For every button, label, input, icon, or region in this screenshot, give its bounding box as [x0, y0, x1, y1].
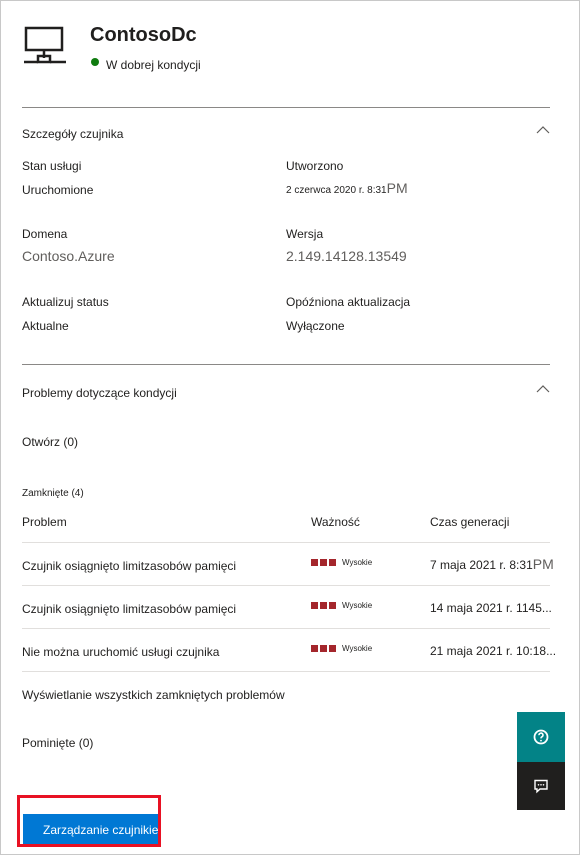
delayed-update-value: Wyłączone [286, 319, 345, 333]
severity-indicator: Wysokie [311, 644, 372, 653]
created-label: Utworzono [286, 159, 344, 173]
column-header-problem: Problem [22, 515, 67, 529]
issue-time: 7 maja 2021 r. 8:31PM [430, 556, 554, 574]
table-row[interactable]: Czujnik osiągnięto limitzasobów pamięci … [22, 587, 552, 628]
header-divider [22, 107, 550, 108]
severity-text: Wysokie [342, 644, 373, 653]
highlight-box [17, 795, 161, 847]
domain-label: Domena [22, 227, 68, 241]
row-divider [22, 671, 550, 672]
table-header-divider [22, 542, 550, 543]
sensor-details-title[interactable]: Szczegóły czujnika [22, 127, 123, 141]
issue-name[interactable]: Czujnik osiągnięto limitzasobów pamięci [22, 602, 236, 616]
device-title: ContosoDc [90, 24, 197, 46]
severity-indicator: Wysokie [311, 558, 372, 567]
created-date: 2 czerwca 2020 r. 8:31 [286, 185, 387, 196]
issue-name[interactable]: Czujnik osiągnięto limitzasobów pamięci [22, 559, 236, 573]
chevron-up-icon[interactable] [536, 123, 550, 137]
feedback-button[interactable] [517, 762, 565, 810]
column-header-severity: Ważność [311, 515, 360, 529]
health-status-text: W dobrej kondycji [106, 58, 201, 72]
table-row[interactable]: Czujnik osiągnięto limitzasobów pamięci … [22, 544, 554, 585]
row-divider [22, 585, 550, 586]
issue-time-suffix: PM [532, 556, 554, 572]
health-issues-title[interactable]: Problemy dotyczące kondycji [22, 386, 177, 400]
question-icon [533, 729, 549, 745]
issue-time: 14 maja 2021 r. 1145... [430, 601, 552, 615]
service-status-value: Uruchomione [22, 183, 94, 197]
service-status-label: Stan usługi [22, 159, 82, 173]
update-status-value: Aktualne [22, 319, 69, 333]
view-all-closed-issues-link[interactable]: Wyświetlanie wszystkich zamkniętych prob… [22, 688, 285, 702]
health-status-dot [91, 58, 99, 66]
severity-text: Wysokie [342, 558, 373, 567]
table-row[interactable]: Nie można uruchomić usługi czujnika Wyso… [22, 630, 556, 671]
section-divider [22, 364, 550, 365]
created-suffix: PM [386, 180, 408, 196]
update-status-label: Aktualizuj status [22, 295, 109, 309]
delayed-update-label: Opóźniona aktualizacja [286, 295, 411, 309]
feedback-icon [534, 779, 548, 794]
severity-text: Wysokie [342, 601, 373, 610]
closed-issues-label[interactable]: Zamknięte (4) [22, 488, 84, 499]
open-issues-label[interactable]: Otwórz (0) [22, 435, 78, 449]
version-label: Wersja [286, 227, 324, 241]
issue-time: 21 maja 2021 r. 10:18... [430, 644, 557, 658]
row-divider [22, 628, 550, 629]
domain-value: Contoso.Azure [22, 248, 115, 264]
help-button[interactable] [517, 712, 565, 762]
version-value: 2.149.14128.13549 [286, 248, 407, 264]
monitor-network-icon [24, 26, 66, 64]
chevron-up-icon[interactable] [536, 382, 550, 396]
created-value: 2 czerwca 2020 r. 8:31PM [286, 180, 408, 198]
severity-indicator: Wysokie [311, 601, 372, 610]
column-header-time: Czas generacji [430, 515, 510, 529]
ignored-issues-label[interactable]: Pominięte (0) [22, 736, 93, 750]
issue-name[interactable]: Nie można uruchomić usługi czujnika [22, 645, 219, 659]
issue-time-text: 7 maja 2021 r. 8:31 [430, 558, 533, 572]
